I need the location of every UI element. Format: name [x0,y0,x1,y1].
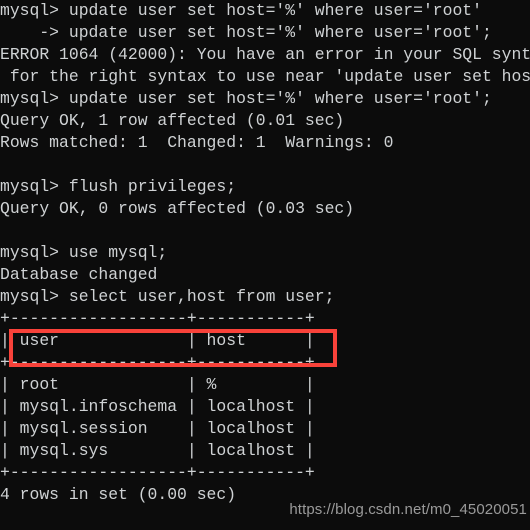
terminal-line: +------------------+-----------+ [0,308,530,330]
terminal-line: | mysql.session | localhost | [0,418,530,440]
terminal-line-text: mysql> update user set host='%' where us… [0,89,492,108]
terminal-line-text: for the right syntax to use near 'update… [9,67,530,86]
terminal-line: Query OK, 1 row affected (0.01 sec) [0,110,530,132]
terminal-line-text: | root | % | [0,375,315,394]
watermark-url: https://blog.csdn.net/m0_45020051 [289,501,527,518]
terminal-line-text: mysql> use mysql; [0,243,168,262]
terminal-line: | mysql.sys | localhost | [0,440,530,462]
terminal-line-text: Database changed [0,265,158,284]
terminal-line: ERROR 1064 (42000): You have an error in… [0,44,530,66]
terminal-line-text: +------------------+-----------+ [0,309,315,328]
terminal-line-text: ERROR 1064 (42000): You have an error in… [0,45,530,64]
terminal-line-text: | mysql.session | localhost | [0,419,315,438]
terminal-line: Rows matched: 1 Changed: 1 Warnings: 0 [0,132,530,154]
terminal-window[interactable]: mysql> update user set host='%' where us… [0,0,530,530]
terminal-line: | mysql.infoschema | localhost | [0,396,530,418]
terminal-line-text: mysql> flush privileges; [0,177,237,196]
terminal-line-text: mysql> select user,host from user; [0,287,335,306]
terminal-line-text: | user | host | [0,331,315,350]
terminal-line: | user | host | [0,330,530,352]
terminal-line: mysql> use mysql; [0,242,530,264]
terminal-line-text: Query OK, 1 row affected (0.01 sec) [0,111,345,130]
terminal-line: Query OK, 0 rows affected (0.03 sec) [0,198,530,220]
terminal-line-text: | mysql.sys | localhost | [0,441,315,460]
terminal-line: for the right syntax to use near 'update… [0,66,530,88]
terminal-line-text: mysql> update user set host='%' where us… [0,1,482,20]
terminal-line-text: -> update user set host='%' where user='… [0,23,492,42]
terminal-output[interactable]: mysql> update user set host='%' where us… [0,0,530,530]
terminal-line: mysql> update user set host='%' where us… [0,88,530,110]
terminal-line: +------------------+-----------+ [0,352,530,374]
terminal-line: mysql> select user,host from user; [0,286,530,308]
terminal-line: mysql> flush privileges; [0,176,530,198]
terminal-line: Database changed [0,264,530,286]
terminal-line: | root | % | [0,374,530,396]
terminal-line-text: | mysql.infoschema | localhost | [0,397,315,416]
terminal-line-text: +------------------+-----------+ [0,463,315,482]
terminal-line-text: +------------------+-----------+ [0,353,315,372]
terminal-line-text: Query OK, 0 rows affected (0.03 sec) [0,199,355,218]
terminal-line-text: Rows matched: 1 Changed: 1 Warnings: 0 [0,133,394,152]
terminal-line: mysql> update user set host='%' where us… [0,0,530,22]
terminal-line: +------------------+-----------+ [0,462,530,484]
terminal-line: -> update user set host='%' where user='… [0,22,530,44]
